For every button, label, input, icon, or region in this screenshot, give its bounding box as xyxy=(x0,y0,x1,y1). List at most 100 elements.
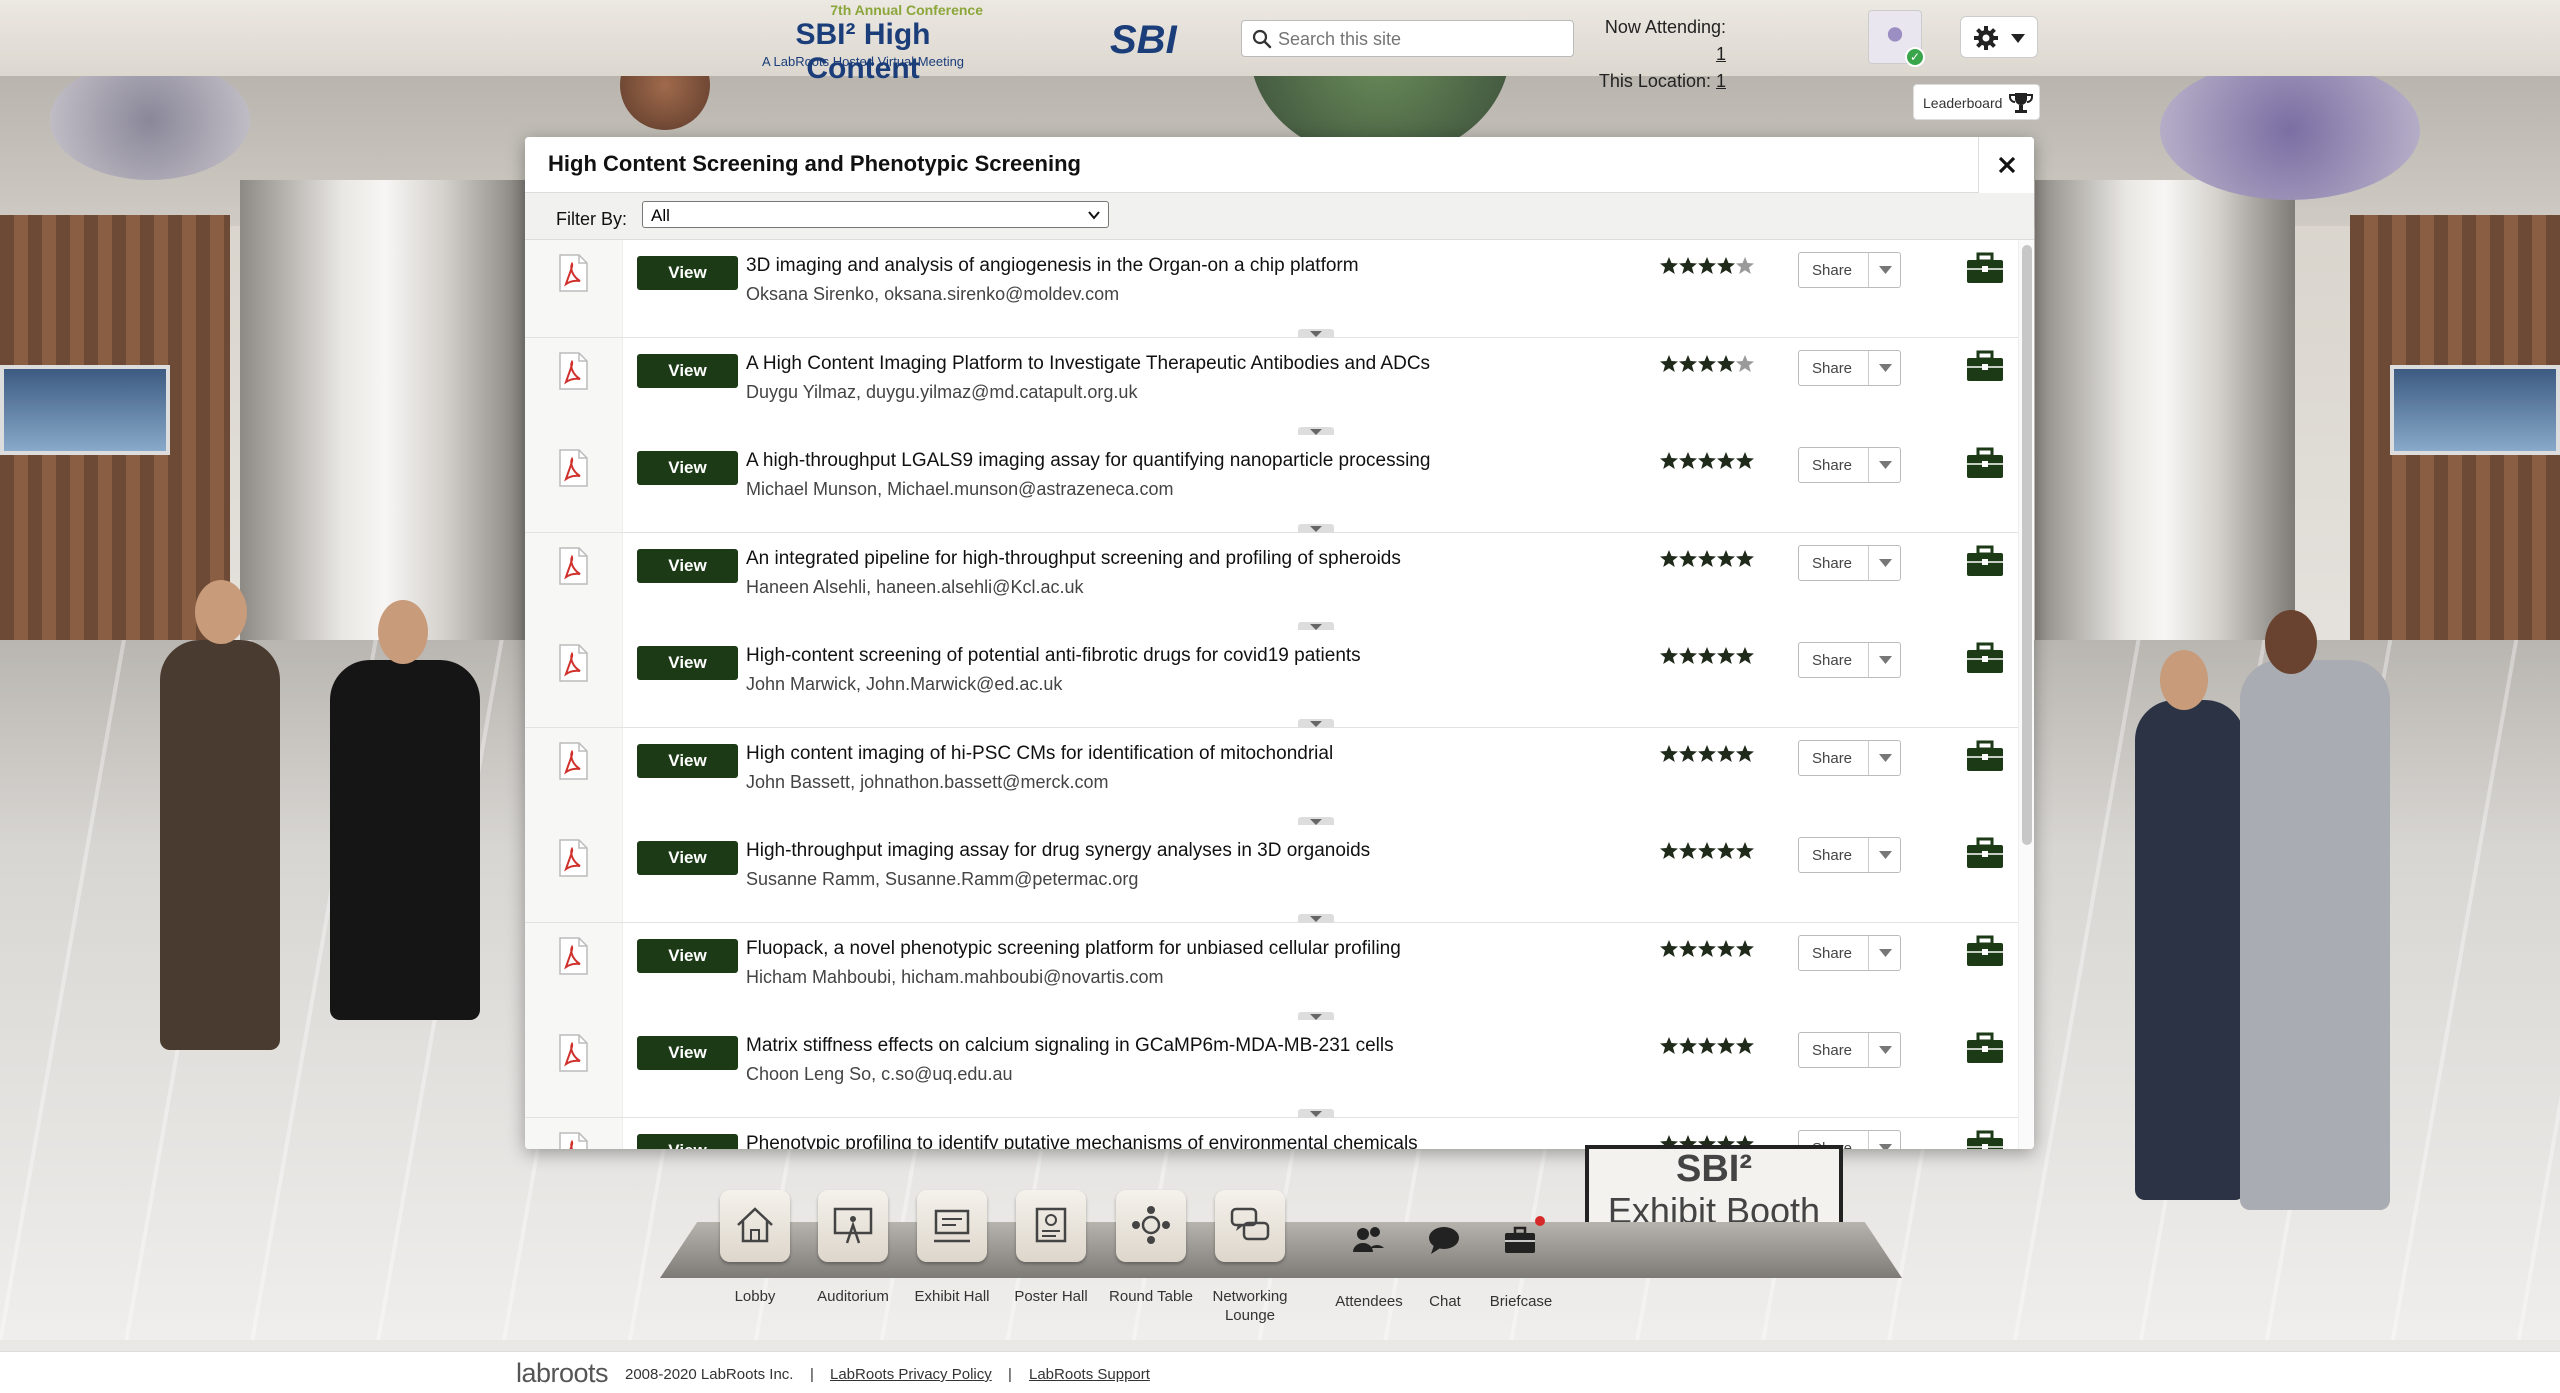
star-rating[interactable] xyxy=(1660,939,1756,959)
settings-menu-button[interactable] xyxy=(1960,16,2038,58)
star-rating[interactable] xyxy=(1660,256,1756,276)
pdf-icon[interactable] xyxy=(558,547,588,585)
share-dropdown[interactable] xyxy=(1868,1131,1901,1149)
now-attending-count[interactable]: 1 xyxy=(1716,44,1726,64)
conference-logo[interactable]: 7th Annual Conference SBI² High Content … xyxy=(743,0,1033,85)
add-to-briefcase-icon[interactable] xyxy=(1966,252,2004,284)
nav-label-auditorium[interactable]: Auditorium xyxy=(798,1287,908,1306)
share-dropdown[interactable] xyxy=(1868,741,1901,775)
share-button[interactable]: Share xyxy=(1798,935,1901,971)
nav-label-lobby[interactable]: Lobby xyxy=(700,1287,810,1306)
filter-select[interactable]: All xyxy=(642,201,1109,228)
session-title[interactable]: Fluopack, a novel phenotypic screening p… xyxy=(746,938,1401,960)
view-button[interactable]: View xyxy=(637,841,738,875)
share-dropdown[interactable] xyxy=(1868,643,1901,677)
pdf-icon[interactable] xyxy=(558,352,588,390)
nav-label-exhibit-hall[interactable]: Exhibit Hall xyxy=(897,1287,1007,1306)
share-dropdown[interactable] xyxy=(1868,448,1901,482)
add-to-briefcase-icon[interactable] xyxy=(1966,642,2004,674)
add-to-briefcase-icon[interactable] xyxy=(1966,1032,2004,1064)
view-button[interactable]: View xyxy=(637,451,738,485)
pdf-icon[interactable] xyxy=(558,254,588,292)
expand-toggle[interactable] xyxy=(1298,329,1334,338)
share-dropdown[interactable] xyxy=(1868,838,1901,872)
pdf-icon[interactable] xyxy=(558,1034,588,1072)
view-button[interactable]: View xyxy=(637,1036,738,1070)
share-dropdown[interactable] xyxy=(1868,546,1901,580)
star-rating[interactable] xyxy=(1660,549,1756,569)
nav-exhibit-hall[interactable] xyxy=(917,1190,987,1262)
add-to-briefcase-icon[interactable] xyxy=(1966,740,2004,772)
view-button[interactable]: View xyxy=(637,549,738,583)
nav-label-round-table[interactable]: Round Table xyxy=(1096,1287,1206,1306)
add-to-briefcase-icon[interactable] xyxy=(1966,935,2004,967)
pdf-icon[interactable] xyxy=(558,937,588,975)
view-button[interactable]: View xyxy=(637,939,738,973)
view-button[interactable]: View xyxy=(637,646,738,680)
nav-label-poster-hall[interactable]: Poster Hall xyxy=(996,1287,1106,1306)
expand-toggle[interactable] xyxy=(1298,914,1334,923)
leaderboard-button[interactable]: Leaderboard xyxy=(1913,84,2040,120)
session-title[interactable]: Matrix stiffness effects on calcium sign… xyxy=(746,1035,1394,1057)
view-button[interactable]: View xyxy=(637,256,738,290)
share-dropdown[interactable] xyxy=(1868,936,1901,970)
add-to-briefcase-icon[interactable] xyxy=(1966,350,2004,382)
this-location-count[interactable]: 1 xyxy=(1716,71,1726,91)
session-title[interactable]: 3D imaging and analysis of angiogenesis … xyxy=(746,255,1359,277)
nav-auditorium[interactable] xyxy=(818,1190,888,1262)
pdf-icon[interactable] xyxy=(558,644,588,682)
close-button[interactable] xyxy=(1978,137,2034,193)
star-rating[interactable] xyxy=(1660,354,1756,374)
pdf-icon[interactable] xyxy=(558,742,588,780)
nav-poster-hall[interactable] xyxy=(1016,1190,1086,1262)
add-to-briefcase-icon[interactable] xyxy=(1966,545,2004,577)
session-title[interactable]: A high-throughput LGALS9 imaging assay f… xyxy=(746,450,1430,472)
share-dropdown[interactable] xyxy=(1868,351,1901,385)
privacy-policy-link[interactable]: LabRoots Privacy Policy xyxy=(830,1366,992,1383)
nav-attendees[interactable] xyxy=(1348,1220,1388,1260)
share-button[interactable]: Share xyxy=(1798,1032,1901,1068)
session-title[interactable]: A High Content Imaging Platform to Inves… xyxy=(746,353,1430,375)
star-rating[interactable] xyxy=(1660,744,1756,764)
user-avatar[interactable]: ✓ xyxy=(1868,10,1925,67)
session-title[interactable]: An integrated pipeline for high-throughp… xyxy=(746,548,1401,570)
star-rating[interactable] xyxy=(1660,646,1756,666)
nav-chat[interactable] xyxy=(1424,1220,1464,1260)
pdf-icon[interactable] xyxy=(558,449,588,487)
add-to-briefcase-icon[interactable] xyxy=(1966,837,2004,869)
share-button[interactable]: Share xyxy=(1798,545,1901,581)
search-input[interactable] xyxy=(1278,25,1563,53)
nav-label-networking-lounge[interactable]: Networking Lounge xyxy=(1195,1287,1305,1325)
nav-label-briefcase[interactable]: Briefcase xyxy=(1466,1292,1576,1311)
share-button[interactable]: Share xyxy=(1798,642,1901,678)
share-button[interactable]: Share xyxy=(1798,837,1901,873)
session-title[interactable]: Phenotypic profiling to identify putativ… xyxy=(746,1133,1418,1149)
share-dropdown[interactable] xyxy=(1868,253,1901,287)
share-button[interactable]: Share xyxy=(1798,252,1901,288)
pdf-icon[interactable] xyxy=(558,839,588,877)
add-to-briefcase-icon[interactable] xyxy=(1966,1130,2004,1149)
share-button[interactable]: Share xyxy=(1798,447,1901,483)
nav-briefcase[interactable] xyxy=(1500,1220,1540,1260)
star-rating[interactable] xyxy=(1660,451,1756,471)
share-button[interactable]: Share xyxy=(1798,350,1901,386)
session-title[interactable]: High-content screening of potential anti… xyxy=(746,645,1361,667)
share-dropdown[interactable] xyxy=(1868,1033,1901,1067)
nav-networking-lounge[interactable] xyxy=(1215,1190,1285,1262)
add-to-briefcase-icon[interactable] xyxy=(1966,447,2004,479)
view-button[interactable]: View xyxy=(637,1134,738,1149)
star-rating[interactable] xyxy=(1660,841,1756,861)
session-title[interactable]: High-throughput imaging assay for drug s… xyxy=(746,840,1370,862)
pdf-icon[interactable] xyxy=(558,1132,588,1149)
nav-round-table[interactable] xyxy=(1116,1190,1186,1262)
star-rating[interactable] xyxy=(1660,1036,1756,1056)
support-link[interactable]: LabRoots Support xyxy=(1029,1366,1150,1383)
expand-toggle[interactable] xyxy=(1298,1109,1334,1118)
view-button[interactable]: View xyxy=(637,354,738,388)
session-title[interactable]: High content imaging of hi-PSC CMs for i… xyxy=(746,743,1333,765)
expand-toggle[interactable] xyxy=(1298,719,1334,728)
view-button[interactable]: View xyxy=(637,744,738,778)
scrollbar[interactable] xyxy=(2018,240,2034,1149)
scrollbar-thumb[interactable] xyxy=(2022,245,2032,845)
share-button[interactable]: Share xyxy=(1798,740,1901,776)
